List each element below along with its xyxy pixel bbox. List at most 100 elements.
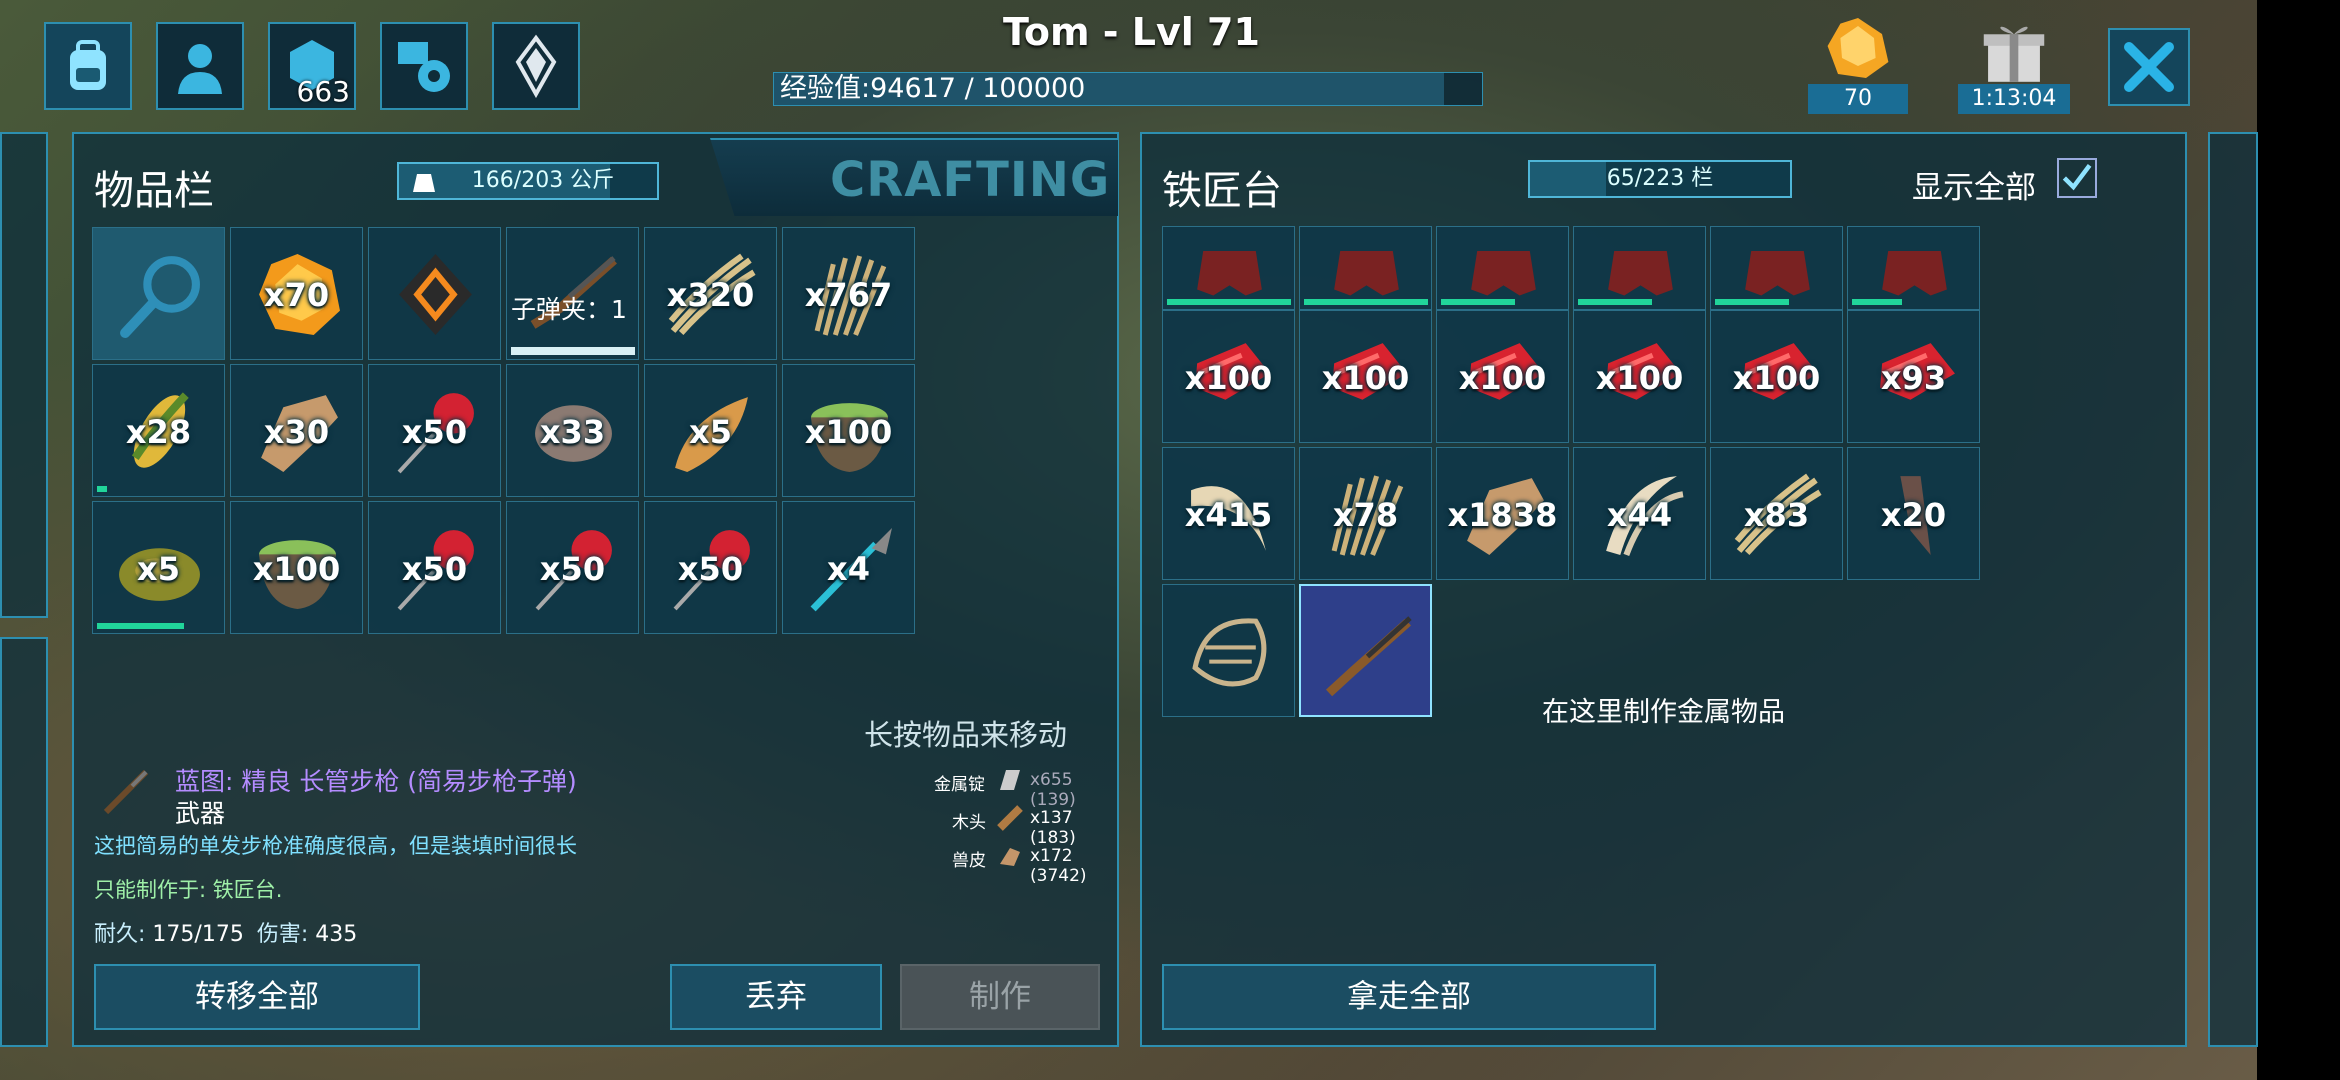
amber-resource[interactable]: 70 (1808, 14, 1908, 114)
move-hint: 长按物品来移动 (864, 718, 1068, 752)
gift-timer: 1:13:04 (1958, 84, 2070, 114)
amber-count: 70 (1808, 84, 1908, 114)
item-slot[interactable]: x4 (782, 501, 915, 634)
gift-box[interactable]: 1:13:04 (1958, 14, 2070, 114)
item-slot[interactable] (1299, 584, 1432, 717)
weight-text: 166/203 公斤 (471, 168, 615, 193)
blueprint-rifle-icon (103, 769, 149, 815)
item-slot[interactable] (1436, 226, 1569, 310)
show-all-label: 显示全部 (1912, 170, 2036, 206)
item-durability-bar (1578, 299, 1652, 305)
item-slot[interactable]: x33 (506, 364, 639, 497)
req-label: 兽皮 (952, 851, 986, 871)
left-edge-panel (0, 132, 48, 618)
item-slot[interactable]: x100 (1710, 310, 1843, 443)
item-quantity: x100 (1732, 359, 1821, 397)
player-title: Tom - Lvl 71 (1003, 10, 1260, 54)
item-slot[interactable] (92, 227, 225, 360)
xp-bar: 经验值:94617 / 100000 (773, 72, 1483, 106)
item-slot[interactable]: x28 (92, 364, 225, 497)
item-slot[interactable]: x50 (506, 501, 639, 634)
item-slot[interactable] (1162, 226, 1295, 310)
item-slot[interactable]: x50 (644, 501, 777, 634)
item-durability-bar (1441, 299, 1515, 305)
close-button[interactable] (2108, 28, 2190, 106)
item-slot[interactable]: x83 (1710, 447, 1843, 580)
item-quantity: x83 (1743, 496, 1810, 534)
item-slot[interactable]: x30 (230, 364, 363, 497)
item-slot[interactable] (1162, 584, 1295, 717)
transfer-all-button[interactable]: 转移全部 (94, 964, 420, 1030)
craft-station-note: 只能制作于: 铁匠台. (94, 878, 283, 902)
item-slot[interactable]: x100 (1162, 310, 1295, 443)
item-slot[interactable] (1573, 226, 1706, 310)
item-slot[interactable]: x93 (1847, 310, 1980, 443)
item-slot[interactable]: x767 (782, 227, 915, 360)
tab-crafting[interactable]: CRAFTING (710, 138, 1118, 216)
item-slot[interactable]: x5 (644, 364, 777, 497)
item-slot[interactable]: x78 (1299, 447, 1432, 580)
craft-button[interactable]: 制作 (900, 964, 1100, 1030)
item-durability-bar (511, 347, 635, 355)
item-slot[interactable]: x50 (368, 364, 501, 497)
xp-text: 经验值:94617 / 100000 (780, 73, 1086, 104)
item-slot[interactable] (1299, 226, 1432, 310)
slots-text: 65/223 栏 (1606, 166, 1714, 191)
engram-points: 663 (296, 75, 350, 108)
person-icon (178, 44, 222, 94)
item-quantity: x78 (1332, 496, 1399, 534)
crystal-icon (515, 34, 557, 98)
item-slot[interactable]: x100 (782, 364, 915, 497)
item-slot[interactable] (1710, 226, 1843, 310)
item-quantity: x100 (252, 550, 341, 588)
implant-icon (399, 254, 472, 335)
implant-tab-button[interactable] (492, 22, 580, 110)
engrams-tab-button[interactable]: 663 (268, 22, 356, 110)
item-slot[interactable]: x50 (368, 501, 501, 634)
item-slot[interactable]: 子弹夹：1 (506, 227, 639, 360)
close-icon (2124, 42, 2174, 92)
ingot-icon (1000, 770, 1020, 790)
item-quantity: x415 (1184, 496, 1273, 534)
wood-icon (997, 805, 1023, 831)
item-durability-bar (1304, 299, 1428, 305)
take-all-button[interactable]: 拿走全部 (1162, 964, 1656, 1030)
blueprint-type: 武器 (175, 799, 226, 828)
item-slot[interactable]: x415 (1162, 447, 1295, 580)
item-quantity: x100 (1184, 359, 1273, 397)
item-quantity: x50 (401, 413, 468, 451)
item-slot[interactable]: x44 (1573, 447, 1706, 580)
item-quantity: x1838 (1447, 496, 1558, 534)
weight-bar: 166/203 公斤 (397, 162, 659, 200)
item-slot[interactable] (368, 227, 501, 360)
item-quantity: x50 (539, 550, 606, 588)
show-all-checkbox[interactable] (2057, 158, 2097, 198)
item-slot[interactable]: x100 (1436, 310, 1569, 443)
item-slot[interactable]: x100 (230, 501, 363, 634)
item-quantity: x44 (1606, 496, 1673, 534)
item-slot[interactable]: x100 (1573, 310, 1706, 443)
item-quantity: x5 (689, 413, 732, 451)
inventory-tab-button[interactable] (44, 22, 132, 110)
item-slot[interactable]: x20 (1847, 447, 1980, 580)
item-slot[interactable] (1847, 226, 1980, 310)
drop-button[interactable]: 丢弃 (670, 964, 882, 1030)
gift-icon (1983, 26, 2045, 82)
item-quantity: x4 (827, 550, 870, 588)
item-slot[interactable]: x5 (92, 501, 225, 634)
item-slot[interactable]: x70 (230, 227, 363, 360)
item-durability-bar (1852, 299, 1902, 305)
item-quantity: x50 (401, 550, 468, 588)
character-tab-button[interactable] (156, 22, 244, 110)
ammo-clip-label: 子弹夹：1 (511, 295, 627, 324)
item-slot[interactable]: x1838 (1436, 447, 1569, 580)
screen-edge (2257, 0, 2340, 1080)
item-slot[interactable]: x320 (644, 227, 777, 360)
item-slot[interactable]: x100 (1299, 310, 1432, 443)
item-durability-bar (1167, 299, 1291, 305)
tribe-settings-tab-button[interactable] (380, 22, 468, 110)
req-amount: x172 (3742) (1030, 846, 1087, 886)
item-quantity: x20 (1880, 496, 1947, 534)
item-quantity: x767 (804, 276, 893, 314)
item-durability-bar (97, 486, 107, 492)
